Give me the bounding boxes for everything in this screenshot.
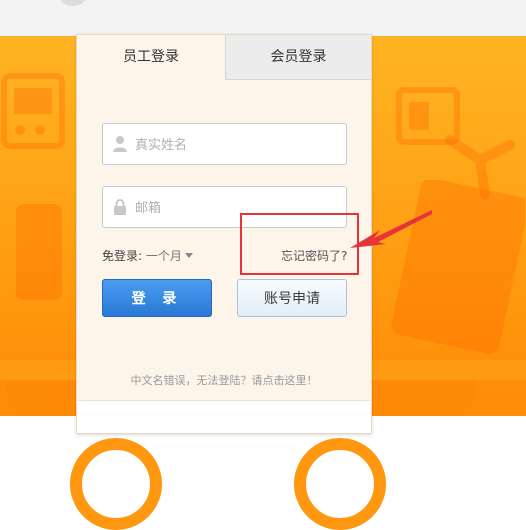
login-tabs: 员工登录 会员登录 [77,35,371,80]
lock-icon [112,198,128,216]
name-input[interactable] [133,130,342,160]
auto-login-label: 免登录: [102,249,143,263]
appliance-decoration-left [0,70,70,190]
auto-login-row: 免登录: 一个月 [102,247,193,264]
phone-decoration [10,200,70,310]
name-error-help-link[interactable]: 中文名错误，无法登陆？请点击这里！ [77,372,371,388]
auto-login-select[interactable]: 一个月 [146,249,193,263]
tab-staff-login[interactable]: 员工登录 [77,35,225,80]
cart-wheel-left [70,438,162,530]
fridge-decoration [385,180,525,360]
annotation-highlight-box [240,213,359,275]
name-field [102,123,347,165]
dropdown-caret-icon [184,253,193,258]
header-strip [0,0,526,36]
tab-member-login[interactable]: 会员登录 [225,35,371,80]
apply-account-button[interactable]: 账号申请 [237,279,347,317]
auto-login-value: 一个月 [145,249,182,263]
cart-wheel-right [294,438,386,530]
login-button[interactable]: 登 录 [102,279,212,317]
panel-footer [77,400,371,433]
annotation-arrow-icon [350,208,432,262]
user-icon [112,135,128,153]
